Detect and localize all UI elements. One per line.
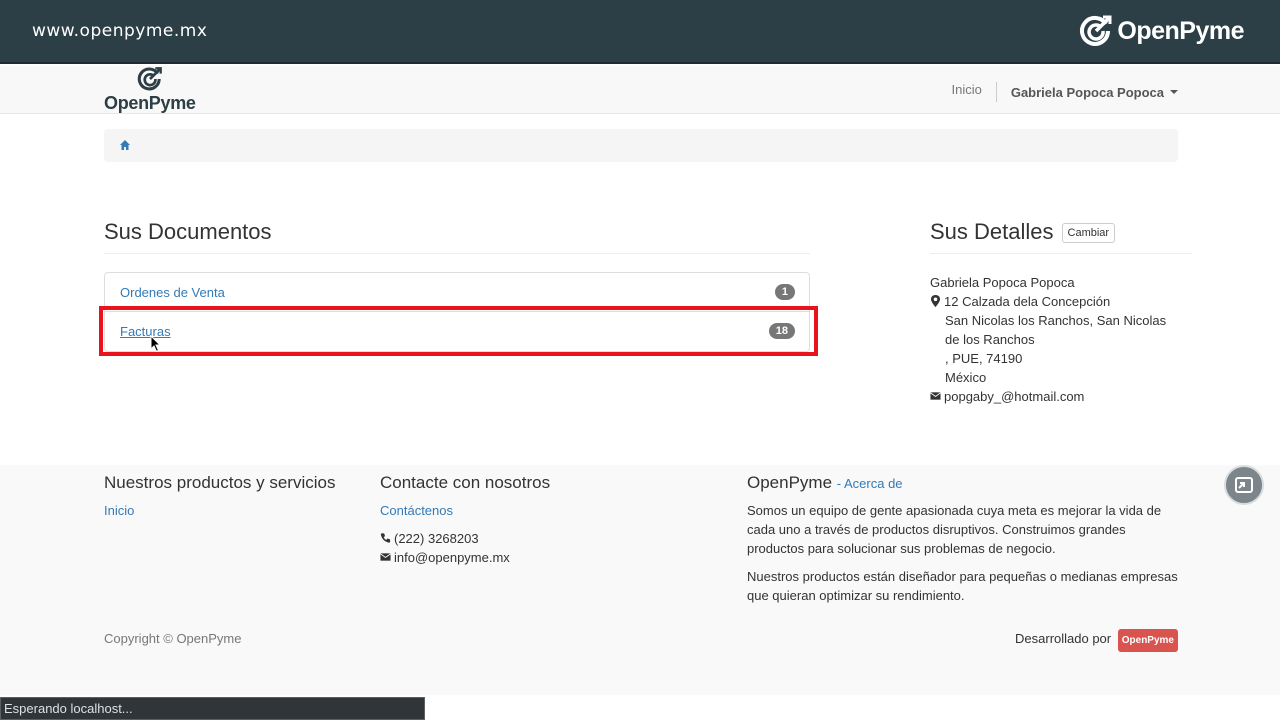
- details-title: Sus Detalles: [930, 219, 1054, 244]
- footer-email-line: info@openpyme.mx: [380, 548, 510, 567]
- floating-widget-button[interactable]: [1224, 465, 1264, 505]
- email: popgaby_@hotmail.com: [944, 389, 1085, 404]
- breadcrumb: [104, 129, 1178, 162]
- home-icon[interactable]: [119, 139, 131, 151]
- highlight-box: [99, 306, 818, 356]
- phone-icon: [380, 533, 391, 543]
- openpyme-badge-link[interactable]: OpenPyme: [1117, 629, 1178, 652]
- address-block: Gabriela Popoca Popoca 12 Calzada dela C…: [930, 273, 1180, 406]
- street: 12 Calzada dela Concepción: [944, 294, 1111, 309]
- street-line: 12 Calzada dela Concepción: [930, 292, 1180, 311]
- footer-email: info@openpyme.mx: [394, 550, 510, 565]
- about-link[interactable]: - Acerca de: [837, 476, 903, 491]
- mouse-cursor-icon: [150, 335, 162, 353]
- count-badge: 1: [774, 284, 795, 300]
- about-paragraph-2: Nuestros productos están diseñador para …: [747, 569, 1178, 603]
- ordenes-link[interactable]: Ordenes de Venta: [120, 285, 225, 300]
- user-name: Gabriela Popoca Popoca: [1010, 84, 1164, 100]
- banner-logo: OpenPyme: [1079, 14, 1244, 48]
- about-paragraph-1: Somos un equipo de gente apasionada cuya…: [747, 503, 1162, 556]
- openpyme-logo-icon: [1080, 15, 1112, 46]
- map-marker-icon: [931, 295, 940, 307]
- contact-link[interactable]: Contáctenos: [380, 503, 453, 518]
- envelope-icon: [380, 553, 391, 561]
- navbar-brand: OpenPyme: [104, 93, 196, 113]
- navbar-right: Inicio Gabriela Popoca Popoca: [951, 82, 1178, 102]
- copyright: Copyright © OpenPyme: [104, 631, 242, 646]
- documents-title: Sus Documentos: [104, 219, 272, 244]
- phone: (222) 3268203: [394, 531, 479, 546]
- user-menu-dropdown[interactable]: Gabriela Popoca Popoca: [997, 85, 1178, 100]
- exit-fullscreen-icon: [1235, 477, 1253, 493]
- phone-line: (222) 3268203: [380, 529, 479, 548]
- nav-inicio-link[interactable]: Inicio: [951, 82, 997, 102]
- navbar: OpenPyme Inicio Gabriela Popoca Popoca: [0, 66, 1280, 114]
- openpyme-logo-icon: [137, 67, 162, 91]
- envelope-icon: [930, 392, 941, 400]
- about-title: OpenPyme: [747, 473, 833, 492]
- products-title: Nuestros productos y servicios: [104, 473, 336, 492]
- footer: Nuestros productos y servicios Inicio Co…: [0, 465, 1280, 695]
- colony: San Nicolas los Ranchos, San Nicolas de …: [945, 313, 1167, 347]
- divider: [104, 253, 810, 254]
- details-header: Sus Detalles Cambiar: [930, 219, 1116, 245]
- change-details-button[interactable]: Cambiar: [1061, 223, 1116, 243]
- state-zip: , PUE, 74190: [945, 351, 1023, 366]
- banner-brand: OpenPyme: [1117, 16, 1244, 45]
- divider: [930, 253, 1192, 254]
- email-line: popgaby_@hotmail.com: [930, 387, 1180, 406]
- customer-name: Gabriela Popoca Popoca: [930, 275, 1075, 290]
- navbar-logo[interactable]: OpenPyme: [104, 66, 198, 114]
- caret-down-icon: [1170, 90, 1178, 94]
- developed-by-label: Desarrollado por: [1015, 631, 1112, 646]
- about-header: OpenPyme - Acerca de: [747, 473, 903, 493]
- browser-status-bar: Esperando localhost...: [0, 697, 425, 720]
- footer-inicio-link[interactable]: Inicio: [104, 503, 134, 518]
- video-banner: www.openpyme.mx OpenPyme: [0, 0, 1280, 64]
- banner-url: www.openpyme.mx: [32, 21, 208, 41]
- developed-by: Desarrollado por OpenPyme: [1015, 629, 1178, 652]
- contact-title: Contacte con nosotros: [380, 473, 551, 492]
- country: México: [945, 370, 987, 385]
